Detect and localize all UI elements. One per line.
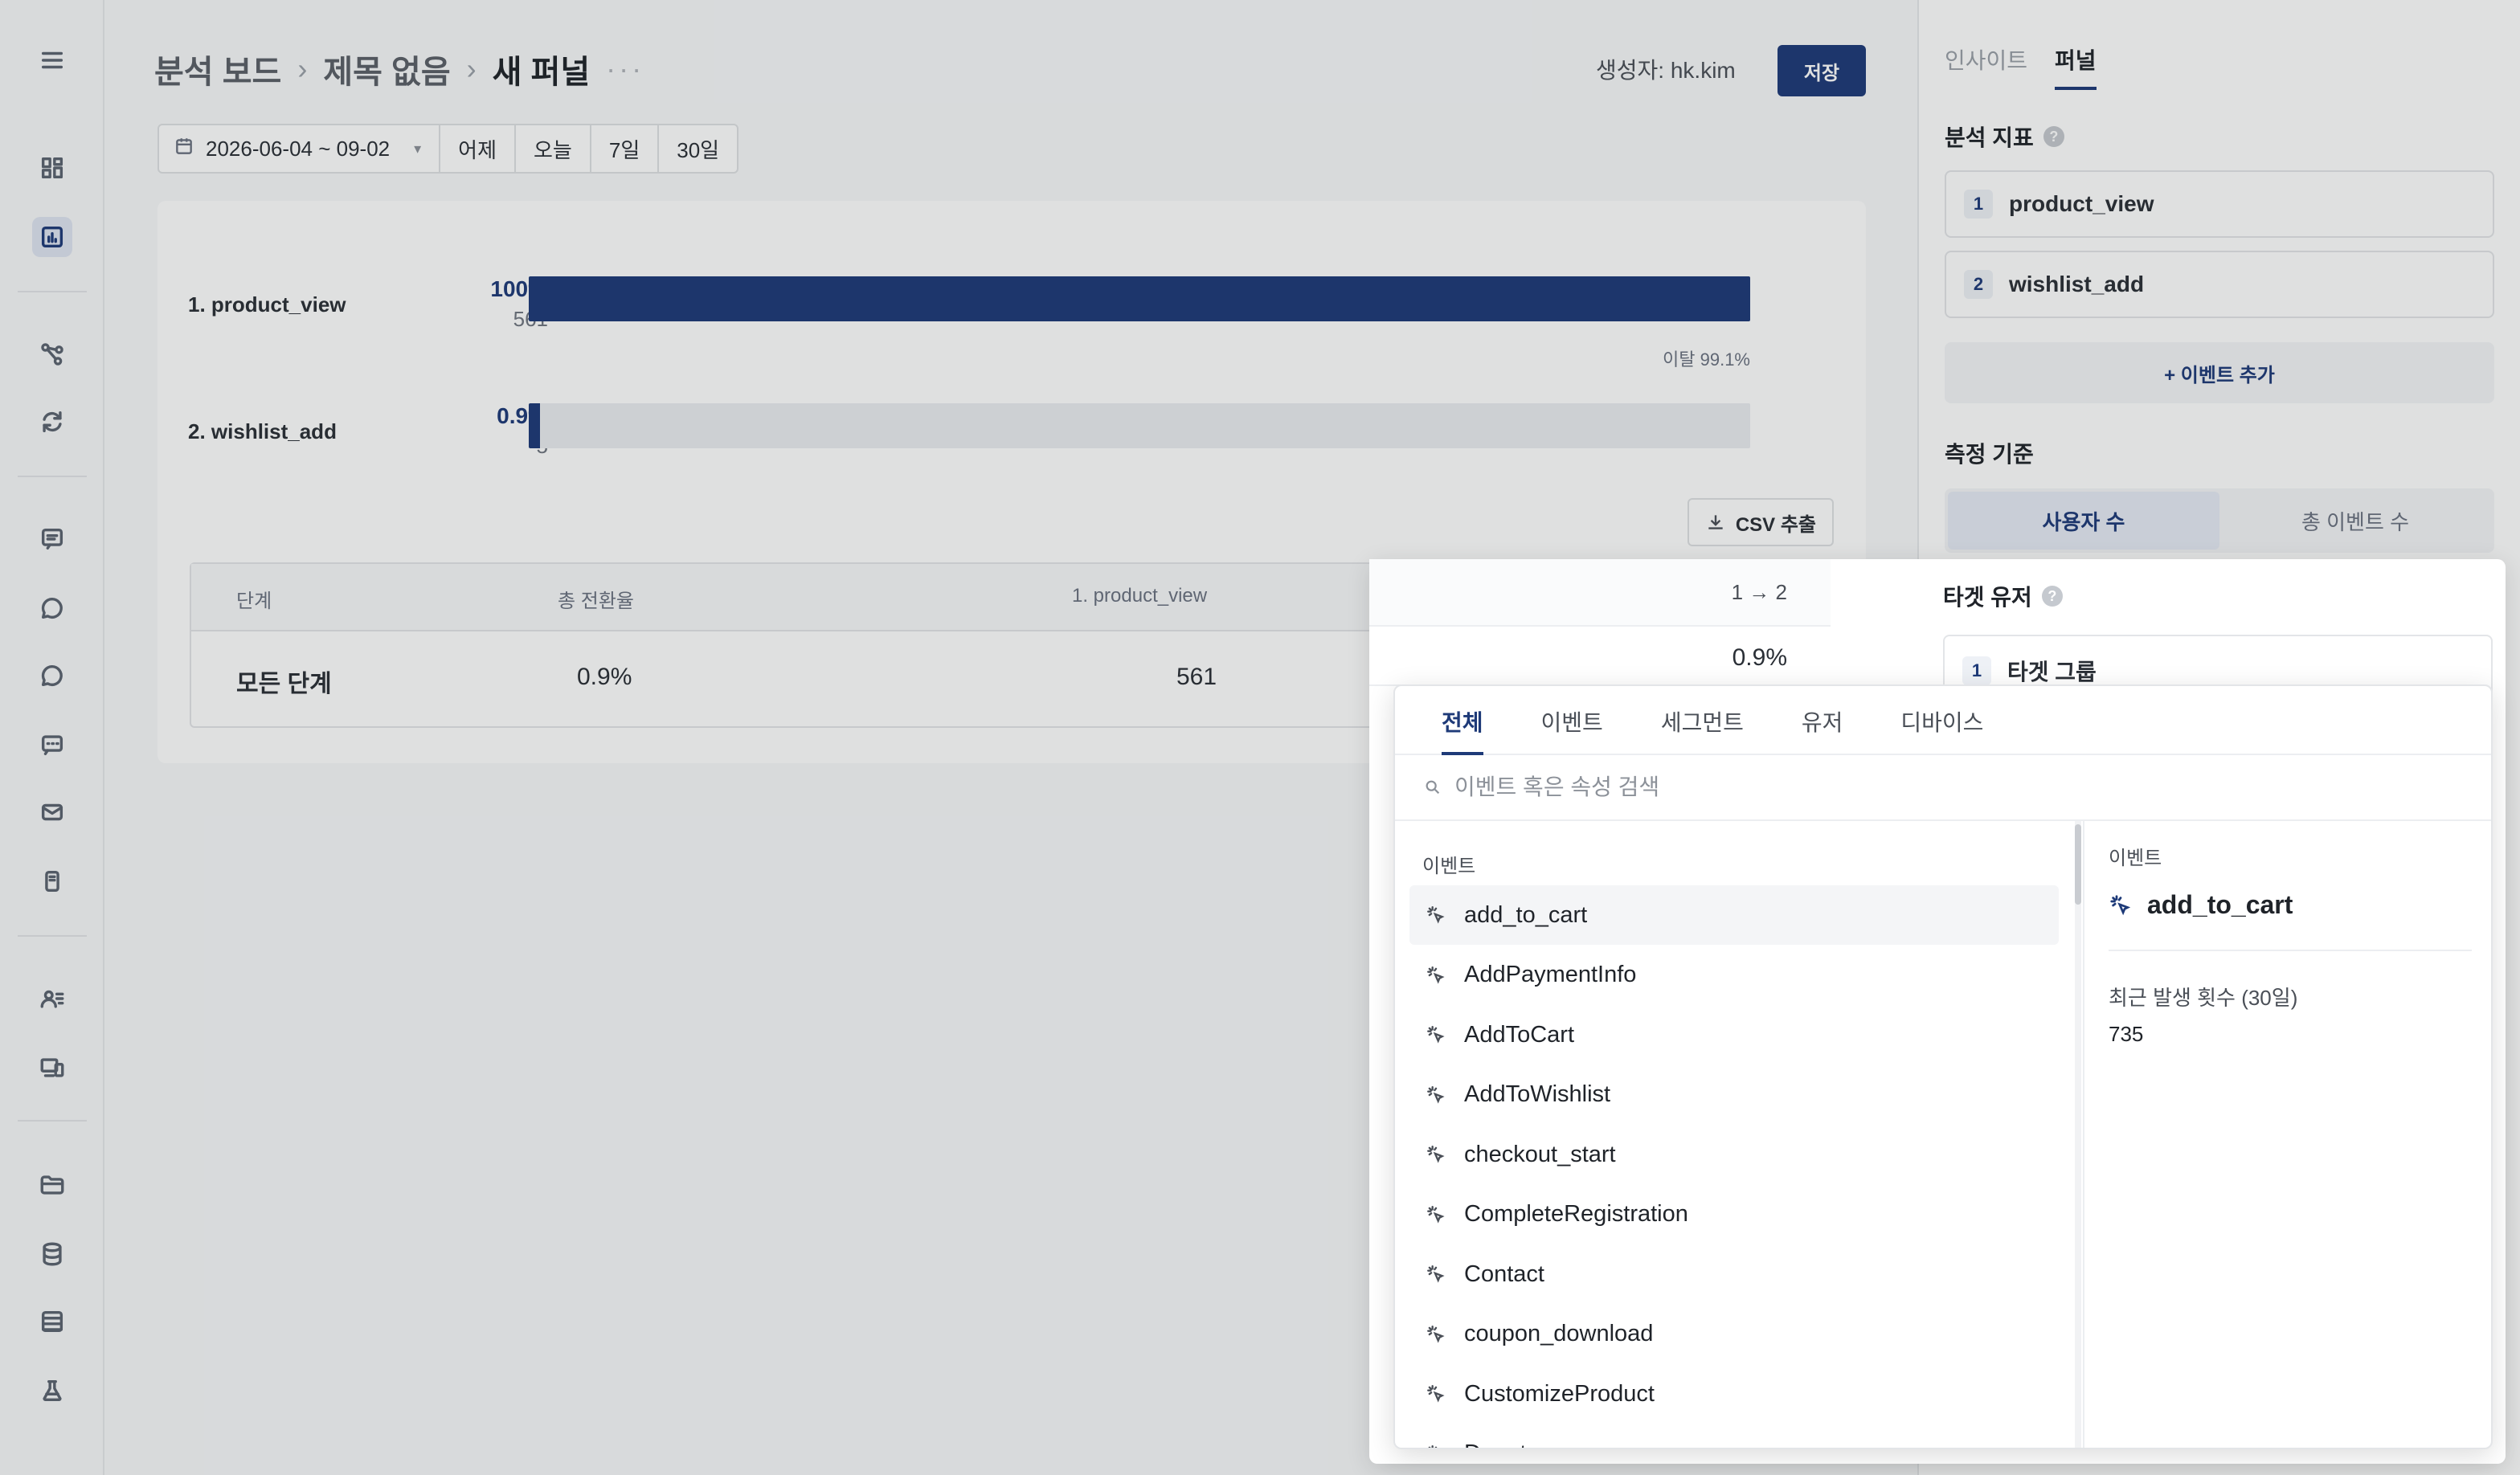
event-list-item[interactable]: checkout_start <box>1409 1125 2059 1184</box>
event-list-item[interactable]: Contact <box>1409 1244 2059 1304</box>
click-event-icon <box>1427 1325 1445 1343</box>
event-list-item[interactable]: Donate <box>1409 1424 2059 1448</box>
tab-segments[interactable]: 세그먼트 <box>1661 686 1744 755</box>
event-list-scrollbar[interactable] <box>2075 821 2081 1448</box>
event-list-item-label: coupon_download <box>1464 1321 1654 1346</box>
event-list-item-label: Contact <box>1464 1260 1544 1287</box>
event-list-item[interactable]: add_to_cart <box>1409 885 2059 945</box>
event-list-item[interactable]: AddToCart <box>1409 1005 2059 1064</box>
click-event-icon <box>1427 1146 1445 1163</box>
help-icon[interactable]: ? <box>2041 586 2063 607</box>
event-list-item[interactable]: CustomizeProduct <box>1409 1364 2059 1424</box>
click-event-icon <box>1427 1385 1445 1403</box>
event-list-item-label: AddToWishlist <box>1464 1081 1611 1107</box>
click-event-icon <box>1427 966 1445 984</box>
event-picker-dropdown: 전체 이벤트 세그먼트 유저 디바이스 이벤트 add_to_cart AddPa… <box>1393 684 2493 1449</box>
search-input[interactable] <box>1454 774 2178 800</box>
event-detail-label: 이벤트 <box>2109 848 2162 869</box>
click-event-icon <box>1427 1026 1445 1044</box>
event-list-item[interactable]: coupon_download <box>1409 1305 2059 1364</box>
search-icon <box>1426 780 1440 795</box>
tab-devices[interactable]: 디바이스 <box>1900 686 1983 755</box>
event-list-item-label: CustomizeProduct <box>1464 1380 1655 1407</box>
event-list-title: 이벤트 <box>1422 856 1476 877</box>
tab-all[interactable]: 전체 <box>1442 686 1483 755</box>
tab-users[interactable]: 유저 <box>1802 686 1843 755</box>
event-list-item-label: AddPaymentInfo <box>1464 962 1637 987</box>
event-detail-panel: 이벤트 add_to_cart 최근 발생 횟수 (30일) 735 <box>2083 821 2491 1448</box>
event-list-item[interactable]: CompleteRegistration <box>1409 1185 2059 1244</box>
event-stat-value: 735 <box>2109 1022 2144 1046</box>
tab-events[interactable]: 이벤트 <box>1541 686 1603 755</box>
event-list: 이벤트 add_to_cart AddPaymentInfo AddToCart Ad… <box>1395 821 2075 1448</box>
event-stat-label: 최근 발생 횟수 (30일) <box>2109 986 2298 1010</box>
picker-tabs: 전체 이벤트 세그먼트 유저 디바이스 <box>1395 686 2491 755</box>
click-event-icon <box>2110 894 2131 915</box>
click-event-icon <box>1427 1265 1445 1283</box>
event-list-item-label: CompleteRegistration <box>1464 1201 1688 1227</box>
target-section-title: 타겟 유저 ? <box>1943 580 2063 612</box>
event-list-item-label: add_to_cart <box>1464 901 1588 928</box>
step-transition-value: 0.9% <box>1732 644 1787 671</box>
search-bar <box>1395 755 2491 821</box>
event-list-item-label: Donate <box>1464 1440 1540 1448</box>
target-group-index: 1 <box>1962 656 1991 685</box>
click-event-icon <box>1427 1085 1445 1104</box>
event-list-item-label: AddToCart <box>1464 1021 1575 1048</box>
click-event-icon <box>1427 1205 1445 1224</box>
table-cell: 0.9% <box>1369 627 1831 686</box>
section-title-text: 타겟 유저 <box>1943 585 2032 610</box>
event-detail-name: add_to_cart <box>2109 890 2293 920</box>
table-header-cell: 1 → 2 <box>1369 559 1831 627</box>
click-event-icon <box>1428 1444 1438 1448</box>
event-list-item-label: checkout_start <box>1464 1141 1616 1167</box>
event-list-item[interactable]: AddPaymentInfo <box>1409 946 2059 1005</box>
event-detail-name-text: add_to_cart <box>2147 890 2293 919</box>
target-group-name: 타겟 그룹 <box>2007 660 2097 684</box>
divider <box>2109 950 2472 951</box>
step-transition-label: 1 → 2 <box>1731 580 1787 604</box>
click-event-icon <box>1427 906 1445 924</box>
event-list-item[interactable]: AddToWishlist <box>1409 1065 2059 1125</box>
scrollbar-thumb[interactable] <box>2075 824 2081 905</box>
